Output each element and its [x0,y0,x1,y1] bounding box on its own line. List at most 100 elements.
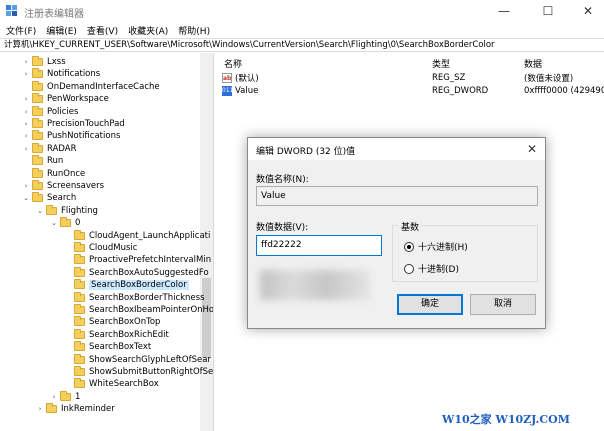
tree-item[interactable]: › PenWorkspace [22,93,109,105]
tree-item-label: SearchBoxAutoSuggestedFo [89,267,209,278]
tree-item[interactable]: ⌄ 0 [50,217,80,229]
tree-item[interactable]: › InkReminder [36,403,115,415]
tree-item[interactable]: Run [22,155,63,167]
tree-item[interactable]: SearchBoxIbeamPointerOnHo [64,304,214,316]
chevron-down-icon[interactable]: ⌄ [50,219,58,227]
folder-icon [74,304,85,314]
tree-item-label: ShowSearchGlyphLeftOfSear [89,354,211,365]
ok-button[interactable]: 确定 [397,294,463,315]
chevron-right-icon[interactable]: › [22,58,30,66]
folder-icon [74,291,85,302]
address-bar[interactable]: 计算机\HKEY_CURRENT_USER\Software\Microsoft… [0,38,604,52]
tree-item[interactable]: › Notifications [22,68,100,80]
folder-icon [74,242,85,252]
tree-item[interactable]: SearchBoxRichEdit [64,328,169,341]
close-button[interactable]: ✕ [568,2,604,20]
chevron-down-icon[interactable]: ⌄ [22,194,30,202]
value-name: (默认) [235,74,259,84]
minimize-icon: — [498,4,510,18]
tree-item-label: SearchBoxIbeamPointerOnHo [89,305,214,315]
edit-dword-dialog: 编辑 DWORD (32 位)值 ✕ 数值名称(N): Value 数值数据(V… [247,137,546,329]
folder-icon [32,142,43,153]
chevron-right-icon[interactable]: › [22,108,30,116]
tree-item[interactable]: SearchBoxBorderThickness [64,291,205,304]
tree-item[interactable]: › RADAR [22,142,77,155]
tree-item[interactable]: SearchBoxOnTop [64,316,160,328]
tree-item-label: Run [47,156,64,167]
maximize-icon: ☐ [542,4,554,18]
dialog-title-bar[interactable]: 编辑 DWORD (32 位)值 ✕ [248,138,545,160]
folder-icon [32,93,43,104]
tree-item[interactable]: RunOnce [22,167,86,180]
tree-item[interactable]: ShowSubmitButtonRightOfSe [64,366,213,378]
tree-item[interactable]: SearchBoxAutoSuggestedFo [64,266,209,279]
folder-icon [32,167,43,178]
tree-item[interactable]: OnDemandInterfaceCache [22,80,160,93]
tree-item[interactable]: SearchBoxBorderColor [64,279,189,291]
menu-view[interactable]: 查看(V) [87,24,118,37]
tree-item-label: CloudAgent_LaunchApplicati [89,230,211,241]
value-data-label: 数值数据(V): [256,223,309,233]
menu-file[interactable]: 文件(F) [6,24,36,37]
chevron-down-icon[interactable]: ⌄ [36,207,44,215]
menu-help[interactable]: 帮助(H) [178,24,210,37]
chevron-right-icon[interactable]: › [22,132,30,140]
folder-icon [32,68,43,79]
dialog-close-icon[interactable]: ✕ [527,142,537,156]
folder-icon [74,316,85,327]
value-data-input[interactable]: ffd22222 [256,235,382,256]
chevron-right-icon[interactable]: › [22,95,30,103]
folder-icon [32,130,43,141]
value-data: (数值未设置) [524,74,574,84]
folder-icon [32,155,43,166]
cancel-button[interactable]: 取消 [470,294,536,315]
tree-item[interactable]: CloudAgent_LaunchApplicati [64,229,211,242]
dword-value-icon: 011 [222,86,234,96]
tree-item[interactable]: › Policies [22,105,78,118]
tree-item[interactable]: › 1 [50,390,80,403]
tree-item[interactable]: ⌄ Flighting [36,204,98,217]
value-row-default[interactable]: ab (默认) [222,72,259,84]
tree-item[interactable]: ⌄ Search [22,192,76,204]
tree-item-label: Screensavers [47,181,105,191]
tree-item[interactable]: › Lxss [22,56,66,68]
folder-icon [74,366,85,376]
tree-item[interactable]: CloudMusic [64,242,137,254]
folder-icon [74,328,85,339]
tree-item-label: PushNotifications [47,131,121,142]
tree-item[interactable]: SearchBoxText [64,341,151,353]
radio-checked-icon [404,241,414,252]
folder-icon [74,341,85,352]
value-type: REG_SZ [432,73,466,83]
column-header-name[interactable]: 名称 [224,57,242,70]
column-header-data[interactable]: 数据 [524,57,542,70]
chevron-right-icon[interactable]: › [22,120,30,128]
tree-scrollbar-thumb[interactable] [202,278,211,358]
radio-hexadecimal[interactable]: 十六进制(H) [404,240,468,253]
tree-item[interactable]: › PushNotifications [22,130,120,142]
tree-item-label: RunOnce [47,168,86,179]
chevron-right-icon[interactable]: › [36,405,44,413]
tree-item[interactable]: ShowSearchGlyphLeftOfSear [64,353,211,366]
chevron-right-icon[interactable]: › [22,182,30,190]
maximize-button[interactable]: ☐ [528,2,568,20]
folder-icon [74,254,85,265]
value-row-value[interactable]: 011 Value [222,85,258,97]
tree-item-label: WhiteSearchBox [89,379,159,390]
menu-favorites[interactable]: 收藏夹(A) [128,24,168,37]
radio-unchecked-icon [404,263,414,274]
chevron-right-icon[interactable]: › [22,145,30,153]
radio-hex-label: 十六进制(H) [418,243,468,253]
title-bar: 注册表编辑器 — ☐ ✕ [0,0,604,22]
radio-decimal[interactable]: 十进制(D) [404,262,459,275]
column-header-type[interactable]: 类型 [432,57,450,70]
minimize-button[interactable]: — [484,2,524,20]
tree-item[interactable]: › Screensavers [22,180,104,192]
tree-item[interactable]: ProactivePrefetchIntervalMin [64,254,211,266]
chevron-right-icon[interactable]: › [50,393,58,401]
tree-pane[interactable]: › Lxss › Notifications OnDemandInterfaceCach… [0,53,214,431]
tree-item[interactable]: WhiteSearchBox [64,378,159,390]
chevron-right-icon[interactable]: › [22,70,30,78]
menu-edit[interactable]: 编辑(E) [46,24,77,37]
tree-item[interactable]: › PrecisionTouchPad [22,118,125,130]
